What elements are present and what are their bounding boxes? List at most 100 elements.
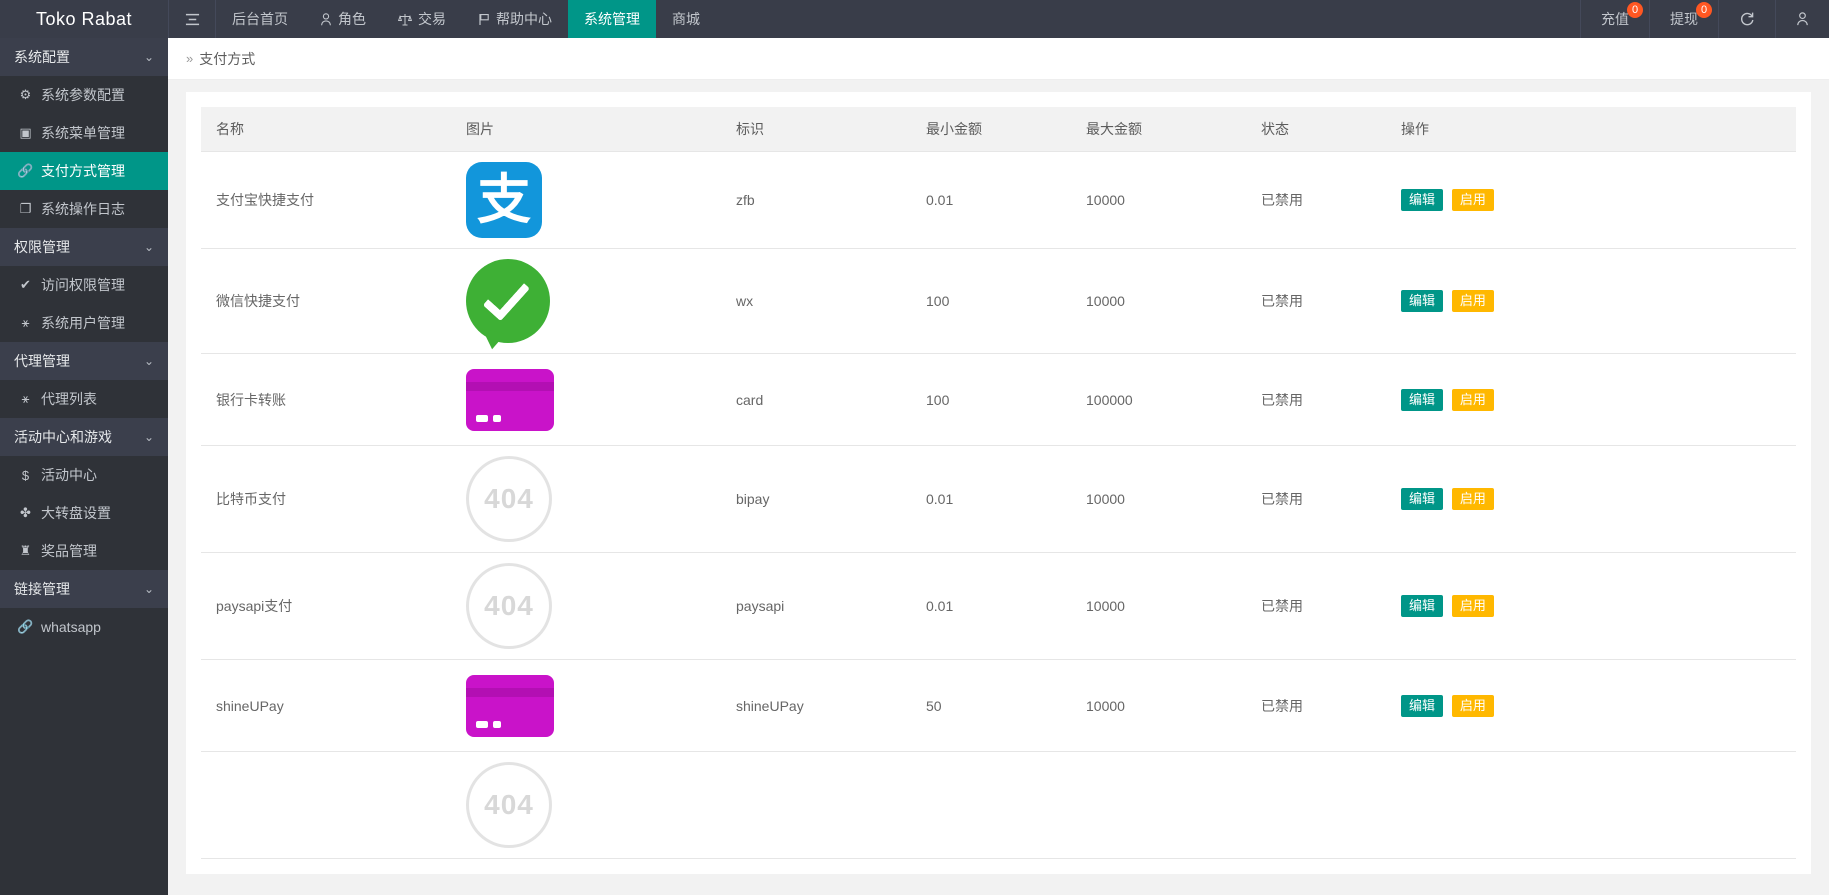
edit-button[interactable]: 编辑 [1401,595,1443,617]
window-icon: ▣ [18,125,33,141]
sidebar-group-activity-game[interactable]: 活动中心和游戏 ⌄ [0,418,168,456]
content-area: 名称 图片 标识 最小金额 最大金额 状态 操作 支付宝快捷支付 [168,80,1829,874]
enable-button[interactable]: 启用 [1452,189,1494,211]
chevron-double-right-icon: » [186,51,193,66]
sidebar-group-agent[interactable]: 代理管理 ⌄ [0,342,168,380]
logo-wrapper [466,259,706,343]
sidebar-item-system-menu[interactable]: ▣ 系统菜单管理 [0,114,168,152]
withdraw-badge: 0 [1696,2,1712,18]
sidebar-item-agent-list[interactable]: ⚹ 代理列表 [0,380,168,418]
sidebar-item-activity-center[interactable]: $ 活动中心 [0,456,168,494]
column-header-name: 名称 [201,107,451,152]
sidebar-item-system-users[interactable]: ⚹ 系统用户管理 [0,304,168,342]
user-icon: ⚹ [18,391,33,407]
column-header-status: 状态 [1246,107,1386,152]
user-icon [1796,12,1809,26]
sidebar-item-payment-methods[interactable]: 🔗 支付方式管理 [0,152,168,190]
card-chip-secondary [493,415,501,422]
table-row: 银行卡转账 card [201,354,1796,446]
trophy-icon: ♜ [18,543,33,559]
edit-button[interactable]: 编辑 [1401,290,1443,312]
sidebar-group-label: 权限管理 [14,237,70,257]
credit-card-icon [466,675,554,737]
table-row: 比特币支付 404 bipay 0.01 10000 已禁用 [201,446,1796,553]
sidebar-toggle-button[interactable] [168,0,216,38]
cell-code: wx [721,249,911,354]
cell-name: 银行卡转账 [201,354,451,446]
sidebar-item-system-params[interactable]: ⚙ 系统参数配置 [0,76,168,114]
nav-item-mall[interactable]: 商城 [656,0,716,38]
recharge-badge: 0 [1627,2,1643,18]
logo-wrapper: 404 [466,762,706,848]
nav-item-transaction[interactable]: 交易 [382,0,462,38]
flag-icon [478,13,490,26]
nav-item-label: 角色 [338,9,366,29]
status-badge: 已禁用 [1246,249,1386,354]
sidebar-item-operation-log[interactable]: ❐ 系统操作日志 [0,190,168,228]
cell-max: 10000 [1071,660,1246,752]
cell-code: card [721,354,911,446]
card-stripe [466,688,554,697]
cell-name: 微信快捷支付 [201,249,451,354]
chevron-down-icon: ⌄ [144,354,154,368]
sidebar-group-label: 系统配置 [14,47,70,67]
user-menu-button[interactable] [1775,0,1829,38]
nav-item-system-management[interactable]: 系统管理 [568,0,656,38]
enable-button[interactable]: 启用 [1452,595,1494,617]
nav-item-home[interactable]: 后台首页 [216,0,304,38]
cell-code: bipay [721,446,911,553]
sidebar-group-permission[interactable]: 权限管理 ⌄ [0,228,168,266]
cell-image: 404 [451,446,721,553]
chevron-down-icon: ⌄ [144,50,154,64]
nav-item-help-center[interactable]: 帮助中心 [462,0,568,38]
enable-button[interactable]: 启用 [1452,290,1494,312]
cell-min: 100 [911,354,1071,446]
sidebar-group-system-config[interactable]: 系统配置 ⌄ [0,38,168,76]
nav-item-label: 后台首页 [232,9,288,29]
recharge-button[interactable]: 充值 0 [1580,0,1649,38]
sidebar-group-label: 活动中心和游戏 [14,427,112,447]
sidebar-item-wheel-settings[interactable]: ✤ 大转盘设置 [0,494,168,532]
nav-item-role[interactable]: 角色 [304,0,382,38]
column-header-max: 最大金额 [1071,107,1246,152]
image-placeholder-404-icon: 404 [466,762,552,848]
image-placeholder-404-icon: 404 [466,456,552,542]
sidebar-group-link[interactable]: 链接管理 ⌄ [0,570,168,608]
sidebar-item-prize-management[interactable]: ♜ 奖品管理 [0,532,168,570]
enable-button[interactable]: 启用 [1452,389,1494,411]
refresh-button[interactable] [1718,0,1775,38]
cell-max [1071,752,1246,859]
withdraw-button[interactable]: 提现 0 [1649,0,1718,38]
sidebar-item-label: 系统菜单管理 [41,123,125,143]
column-header-code: 标识 [721,107,911,152]
brand-logo[interactable]: Toko Rabat [0,0,168,38]
sidebar-item-label: 系统参数配置 [41,85,125,105]
edit-button[interactable]: 编辑 [1401,189,1443,211]
cell-image [451,249,721,354]
navbar-spacer [716,0,1580,38]
cell-actions: 编辑 启用 [1386,152,1796,249]
column-header-min: 最小金额 [911,107,1071,152]
cell-name: shineUPay [201,660,451,752]
sidebar-item-access-permission[interactable]: ✔ 访问权限管理 [0,266,168,304]
shield-check-icon: ✔ [18,277,33,293]
wechat-logo-icon [466,259,550,343]
table-header-row: 名称 图片 标识 最小金额 最大金额 状态 操作 [201,107,1796,152]
top-navbar: Toko Rabat 后台首页 角色 交易 [0,0,1829,38]
edit-button[interactable]: 编辑 [1401,389,1443,411]
cell-max: 10000 [1071,249,1246,354]
table-row: shineUPay shineUPay [201,660,1796,752]
page-title: 支付方式 [199,49,255,69]
sidebar-item-label: 系统用户管理 [41,313,125,333]
edit-button[interactable]: 编辑 [1401,695,1443,717]
recharge-label: 充值 [1601,9,1629,29]
credit-card-icon [466,369,554,431]
cell-image [451,354,721,446]
edit-button[interactable]: 编辑 [1401,488,1443,510]
enable-button[interactable]: 启用 [1452,488,1494,510]
status-badge: 已禁用 [1246,553,1386,660]
status-badge: 已禁用 [1246,354,1386,446]
sidebar-item-whatsapp[interactable]: 🔗 whatsapp [0,608,168,646]
enable-button[interactable]: 启用 [1452,695,1494,717]
table-row: 微信快捷支付 wx 100 10000 已 [201,249,1796,354]
